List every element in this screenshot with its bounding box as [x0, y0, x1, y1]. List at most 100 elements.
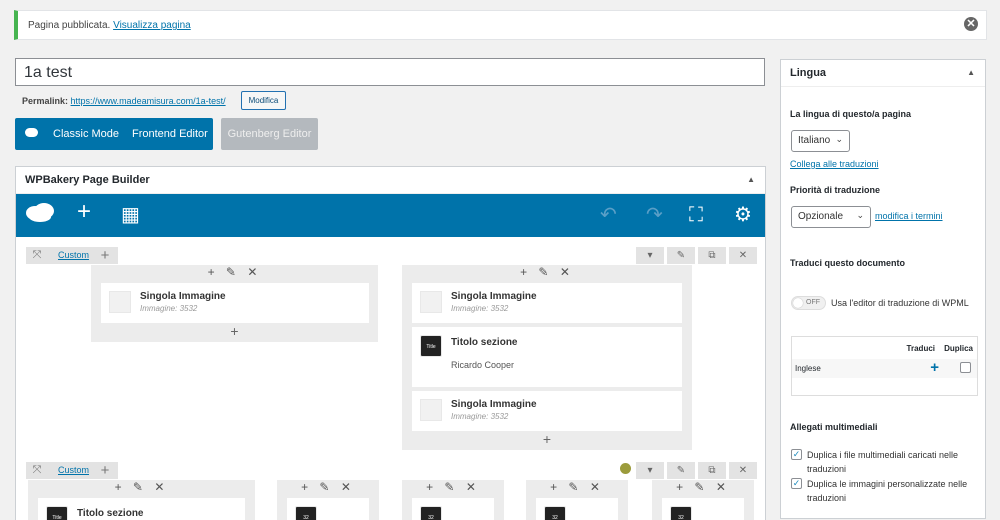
- element-counter[interactable]: 32: [287, 498, 369, 520]
- row2-delete-icon[interactable]: ✕: [729, 462, 757, 479]
- element-counter[interactable]: 32: [536, 498, 618, 520]
- title-thumb-icon: Title: [46, 506, 68, 520]
- add-element-icon[interactable]: +: [91, 323, 378, 339]
- element-single-image[interactable]: Singola Immagine Immagine: 3532: [412, 391, 682, 431]
- duplicate-column-header: Duplica: [944, 344, 973, 353]
- element-section-title[interactable]: Title Titolo sezione: [38, 498, 245, 520]
- title-input[interactable]: 1a test: [15, 58, 765, 86]
- element-name: Singola Immagine: [140, 291, 226, 302]
- chevron-down-icon: ⌄: [835, 134, 843, 144]
- wpbakery-header: WPBakery Page Builder ▲: [16, 167, 765, 194]
- connect-translations-link[interactable]: Collega alle traduzioni: [790, 159, 879, 169]
- view-page-link[interactable]: Visualizza pagina: [113, 20, 191, 31]
- duplicate-media-checkbox[interactable]: ✓: [791, 449, 802, 460]
- toggle-knob: [793, 298, 803, 308]
- row1-add-column-icon[interactable]: +: [94, 247, 116, 264]
- wpbakery-title: WPBakery Page Builder: [25, 174, 150, 186]
- frontend-editor-button[interactable]: Frontend Editor: [132, 128, 208, 140]
- column-controls[interactable]: + ✎ ✕: [652, 480, 754, 495]
- element-sub: Immagine: 3532: [451, 412, 509, 421]
- permalink: Permalink: https://www.madeamisura.com/1…: [22, 96, 226, 106]
- duplicate-images-checkbox[interactable]: ✓: [791, 478, 802, 489]
- translation-editor-text: Usa l'editor di traduzione di WPML: [831, 298, 969, 308]
- row-move-icon[interactable]: ⤧: [26, 247, 48, 264]
- duplicate-checkbox[interactable]: [960, 362, 971, 373]
- row1-column-1: + ✎ ✕ Singola Immagine Immagine: 3532 +: [91, 265, 378, 342]
- wpbakery-logo-icon[interactable]: [25, 202, 55, 224]
- row-move-icon[interactable]: ⤧: [26, 462, 48, 479]
- column-controls[interactable]: + ✎ ✕: [277, 480, 379, 495]
- collapse-icon[interactable]: ▲: [747, 175, 755, 184]
- close-icon[interactable]: ✕: [964, 17, 978, 31]
- column-controls[interactable]: + ✎ ✕: [526, 480, 628, 495]
- edit-terms-link[interactable]: modifica i termini: [875, 211, 943, 221]
- row1-clone-icon[interactable]: ⧉: [698, 247, 726, 264]
- add-element-icon[interactable]: +: [402, 431, 692, 447]
- wpbakery-panel: WPBakery Page Builder ▲ + ▦ ↶ ↷ ⛶ ⚙ ⤧ Cu…: [15, 166, 766, 520]
- language-select-value: Italiano: [798, 135, 831, 146]
- language-box-header: Lingua ▲: [781, 60, 985, 87]
- element-section-title[interactable]: Title Titolo sezione Ricardo Cooper: [412, 327, 682, 387]
- language-select[interactable]: Italiano ⌄: [791, 130, 850, 152]
- notice-message: Pagina pubblicata.: [28, 20, 111, 31]
- column-controls[interactable]: + ✎ ✕: [402, 480, 504, 495]
- classic-mode-button[interactable]: Classic Mode: [53, 128, 119, 140]
- settings-icon[interactable]: ⚙: [734, 205, 752, 225]
- counter-thumb-icon: 32: [544, 506, 566, 520]
- language-box: Lingua ▲ La lingua di questo/a pagina It…: [780, 59, 986, 519]
- row1-controls: ⤧ Custom +: [26, 247, 118, 264]
- row1-right-controls: ▾ ✎ ⧉ ✕: [636, 247, 758, 264]
- translate-document-label: Traduci questo documento: [790, 258, 906, 268]
- element-sub: Ricardo Cooper: [451, 360, 515, 370]
- collapse-icon[interactable]: ▲: [967, 68, 975, 77]
- media-label: Allegati multimediali: [790, 422, 878, 432]
- row2-layout-link[interactable]: Custom: [58, 465, 89, 475]
- edit-permalink-button[interactable]: Modifica: [241, 91, 286, 110]
- counter-thumb-icon: 32: [670, 506, 692, 520]
- element-single-image[interactable]: Singola Immagine Immagine: 3532: [101, 283, 369, 323]
- row2-clone-icon[interactable]: ⧉: [698, 462, 726, 479]
- row2-edit-icon[interactable]: ✎: [667, 462, 695, 479]
- permalink-url[interactable]: https://www.madeamisura.com/1a-test/: [71, 96, 226, 106]
- counter-thumb-icon: 32: [295, 506, 317, 520]
- row2-right-controls: ▾ ✎ ⧉ ✕: [636, 462, 758, 479]
- gutenberg-editor-button[interactable]: Gutenberg Editor: [221, 118, 318, 150]
- translation-editor-toggle[interactable]: OFF: [791, 296, 826, 310]
- notice-bar: Pagina pubblicata. Visualizza pagina ✕: [14, 10, 987, 40]
- duplicate-media-text: Duplica i file multimediali caricati nel…: [807, 450, 959, 474]
- row2-add-column-icon[interactable]: +: [94, 462, 116, 479]
- templates-icon[interactable]: ▦: [121, 205, 140, 225]
- duplicate-images-text: Duplica le immagini personalizzate nelle…: [807, 479, 968, 503]
- undo-icon[interactable]: ↶: [600, 205, 617, 225]
- add-translation-icon[interactable]: +: [930, 359, 939, 376]
- wpbakery-toolbar: + ▦ ↶ ↷ ⛶ ⚙: [16, 194, 765, 237]
- fullscreen-icon[interactable]: ⛶: [689, 205, 703, 225]
- priority-select[interactable]: Opzionale ⌄: [791, 206, 871, 228]
- title-thumb-icon: Title: [420, 335, 442, 357]
- element-single-image[interactable]: Singola Immagine Immagine: 3532: [412, 283, 682, 323]
- redo-icon[interactable]: ↷: [646, 205, 663, 225]
- row1-delete-icon[interactable]: ✕: [729, 247, 757, 264]
- toggle-off-label: OFF: [806, 299, 820, 306]
- add-element-icon[interactable]: +: [77, 200, 91, 224]
- row1-edit-icon[interactable]: ✎: [667, 247, 695, 264]
- column-controls[interactable]: + ✎ ✕: [402, 265, 692, 280]
- row2-column-2: + ✎ ✕ 32: [277, 480, 379, 520]
- column-controls[interactable]: + ✎ ✕: [28, 480, 255, 495]
- chevron-down-icon: ⌄: [856, 210, 864, 220]
- element-counter[interactable]: 32: [412, 498, 494, 520]
- row2-column-3: + ✎ ✕ 32: [402, 480, 504, 520]
- row2-column-5: + ✎ ✕ 32: [652, 480, 754, 520]
- row1-layout-link[interactable]: Custom: [58, 250, 89, 260]
- image-thumb-icon: [420, 291, 442, 313]
- row2-column-1: + ✎ ✕ Title Titolo sezione: [28, 480, 255, 520]
- notice-text: Pagina pubblicata. Visualizza pagina: [28, 20, 191, 31]
- row2-toggle-icon[interactable]: ▾: [636, 462, 664, 479]
- element-name: Titolo sezione: [451, 337, 518, 348]
- row1-toggle-icon[interactable]: ▾: [636, 247, 664, 264]
- element-name: Singola Immagine: [451, 291, 537, 302]
- language-name: Inglese: [795, 364, 821, 373]
- row1-column-2: + ✎ ✕ Singola Immagine Immagine: 3532 Ti…: [402, 265, 692, 450]
- element-counter[interactable]: 32: [662, 498, 744, 520]
- column-controls[interactable]: + ✎ ✕: [91, 265, 378, 280]
